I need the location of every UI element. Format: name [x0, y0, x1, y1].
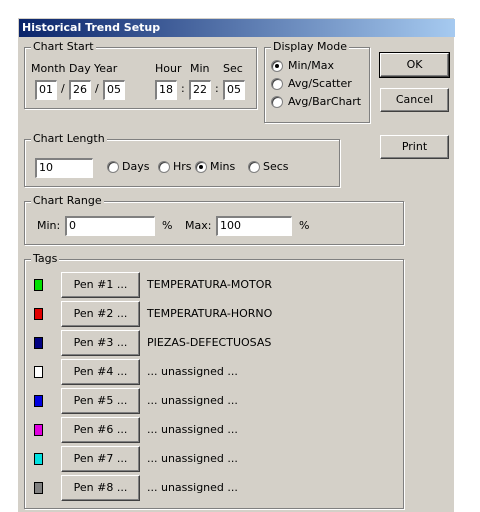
- pen-color-swatch: [34, 395, 43, 407]
- date-separator: /: [61, 82, 65, 95]
- year-input[interactable]: 05: [103, 80, 125, 100]
- pen-color-swatch: [34, 424, 43, 436]
- chart-range-legend: Chart Range: [31, 194, 104, 207]
- mins-label[interactable]: Mins: [210, 160, 235, 173]
- second-input[interactable]: 05: [223, 80, 245, 100]
- pen-color-swatch: [34, 482, 43, 494]
- pen-1-tag-name: TEMPERATURA-MOTOR: [147, 278, 273, 291]
- chart-start-legend: Chart Start: [31, 40, 96, 53]
- pen-3-tag-name: PIEZAS-DEFECTUOSAS: [147, 336, 272, 349]
- min-range-input[interactable]: 0: [65, 216, 155, 236]
- avg-barchart-radio[interactable]: [271, 96, 283, 108]
- print-button[interactable]: Print: [380, 135, 449, 159]
- pen-color-swatch: [34, 308, 43, 320]
- days-label[interactable]: Days: [122, 160, 149, 173]
- pen-8-button[interactable]: Pen #8 ...: [61, 475, 140, 501]
- pen-5-button[interactable]: Pen #5 ...: [61, 388, 140, 414]
- month-label: Month: [31, 62, 66, 75]
- hrs-label[interactable]: Hrs: [173, 160, 192, 173]
- hrs-radio[interactable]: [158, 161, 170, 173]
- min-percent-label: %: [162, 219, 173, 232]
- max-range-input[interactable]: 100: [216, 216, 292, 236]
- hour-label: Hour: [155, 62, 182, 75]
- pen-2-tag-name: TEMPERATURA-HORNO: [147, 307, 273, 320]
- display-mode-group: Display Mode Min/Max Avg/Scatter Avg/Bar…: [264, 40, 370, 123]
- hour-input[interactable]: 18: [155, 80, 177, 100]
- time-separator: :: [181, 82, 185, 95]
- days-radio[interactable]: [107, 161, 119, 173]
- mins-radio[interactable]: [195, 161, 207, 173]
- year-label: Year: [94, 62, 118, 75]
- ok-button[interactable]: OK: [379, 52, 450, 78]
- day-label: Day: [69, 62, 91, 75]
- pen-6-button[interactable]: Pen #6 ...: [61, 417, 140, 443]
- min-max-radio[interactable]: [271, 60, 283, 72]
- pen-8-tag-name: ... unassigned ...: [147, 481, 238, 494]
- cancel-button[interactable]: Cancel: [380, 88, 449, 112]
- date-separator: /: [95, 82, 99, 95]
- month-input[interactable]: 01: [35, 80, 57, 100]
- chart-start-group: Chart Start Month Day Year Hour Min Sec …: [24, 40, 257, 109]
- minute-input[interactable]: 22: [189, 80, 211, 100]
- pen-4-tag-name: ... unassigned ...: [147, 365, 238, 378]
- avg-barchart-label[interactable]: Avg/BarChart: [288, 95, 361, 108]
- pen-3-button[interactable]: Pen #3 ...: [61, 330, 140, 356]
- secs-radio[interactable]: [248, 161, 260, 173]
- chart-length-legend: Chart Length: [31, 132, 107, 145]
- historical-trend-setup-dialog: Historical Trend Setup Chart Start Month…: [18, 18, 455, 512]
- min-range-label: Min:: [37, 219, 61, 232]
- pen-color-swatch: [34, 337, 43, 349]
- pen-color-swatch: [34, 366, 43, 378]
- time-separator: :: [215, 82, 219, 95]
- pen-2-button[interactable]: Pen #2 ...: [61, 301, 140, 327]
- title-bar: Historical Trend Setup: [19, 19, 455, 37]
- pen-1-button[interactable]: Pen #1 ...: [61, 272, 140, 298]
- chart-range-group: Chart Range Min: 0 % Max: 100 %: [24, 194, 404, 245]
- tags-group: Tags Pen #1 ... TEMPERATURA-MOTOR Pen #2 .…: [24, 252, 404, 509]
- max-range-label: Max:: [185, 219, 212, 232]
- sec-label: Sec: [223, 62, 243, 75]
- min-max-label[interactable]: Min/Max: [288, 59, 334, 72]
- chart-length-group: Chart Length 10 Days Hrs Mins Secs: [24, 132, 340, 187]
- pen-6-tag-name: ... unassigned ...: [147, 423, 238, 436]
- pen-4-button[interactable]: Pen #4 ...: [61, 359, 140, 385]
- tags-legend: Tags: [31, 252, 60, 265]
- display-mode-legend: Display Mode: [271, 40, 350, 53]
- chart-length-input[interactable]: 10: [35, 158, 93, 178]
- pen-5-tag-name: ... unassigned ...: [147, 394, 238, 407]
- pen-7-button[interactable]: Pen #7 ...: [61, 446, 140, 472]
- avg-scatter-radio[interactable]: [271, 78, 283, 90]
- secs-label[interactable]: Secs: [263, 160, 289, 173]
- day-input[interactable]: 26: [69, 80, 91, 100]
- pen-7-tag-name: ... unassigned ...: [147, 452, 238, 465]
- min-label: Min: [190, 62, 210, 75]
- pen-color-swatch: [34, 279, 43, 291]
- pen-color-swatch: [34, 453, 43, 465]
- max-percent-label: %: [299, 219, 310, 232]
- avg-scatter-label[interactable]: Avg/Scatter: [288, 77, 352, 90]
